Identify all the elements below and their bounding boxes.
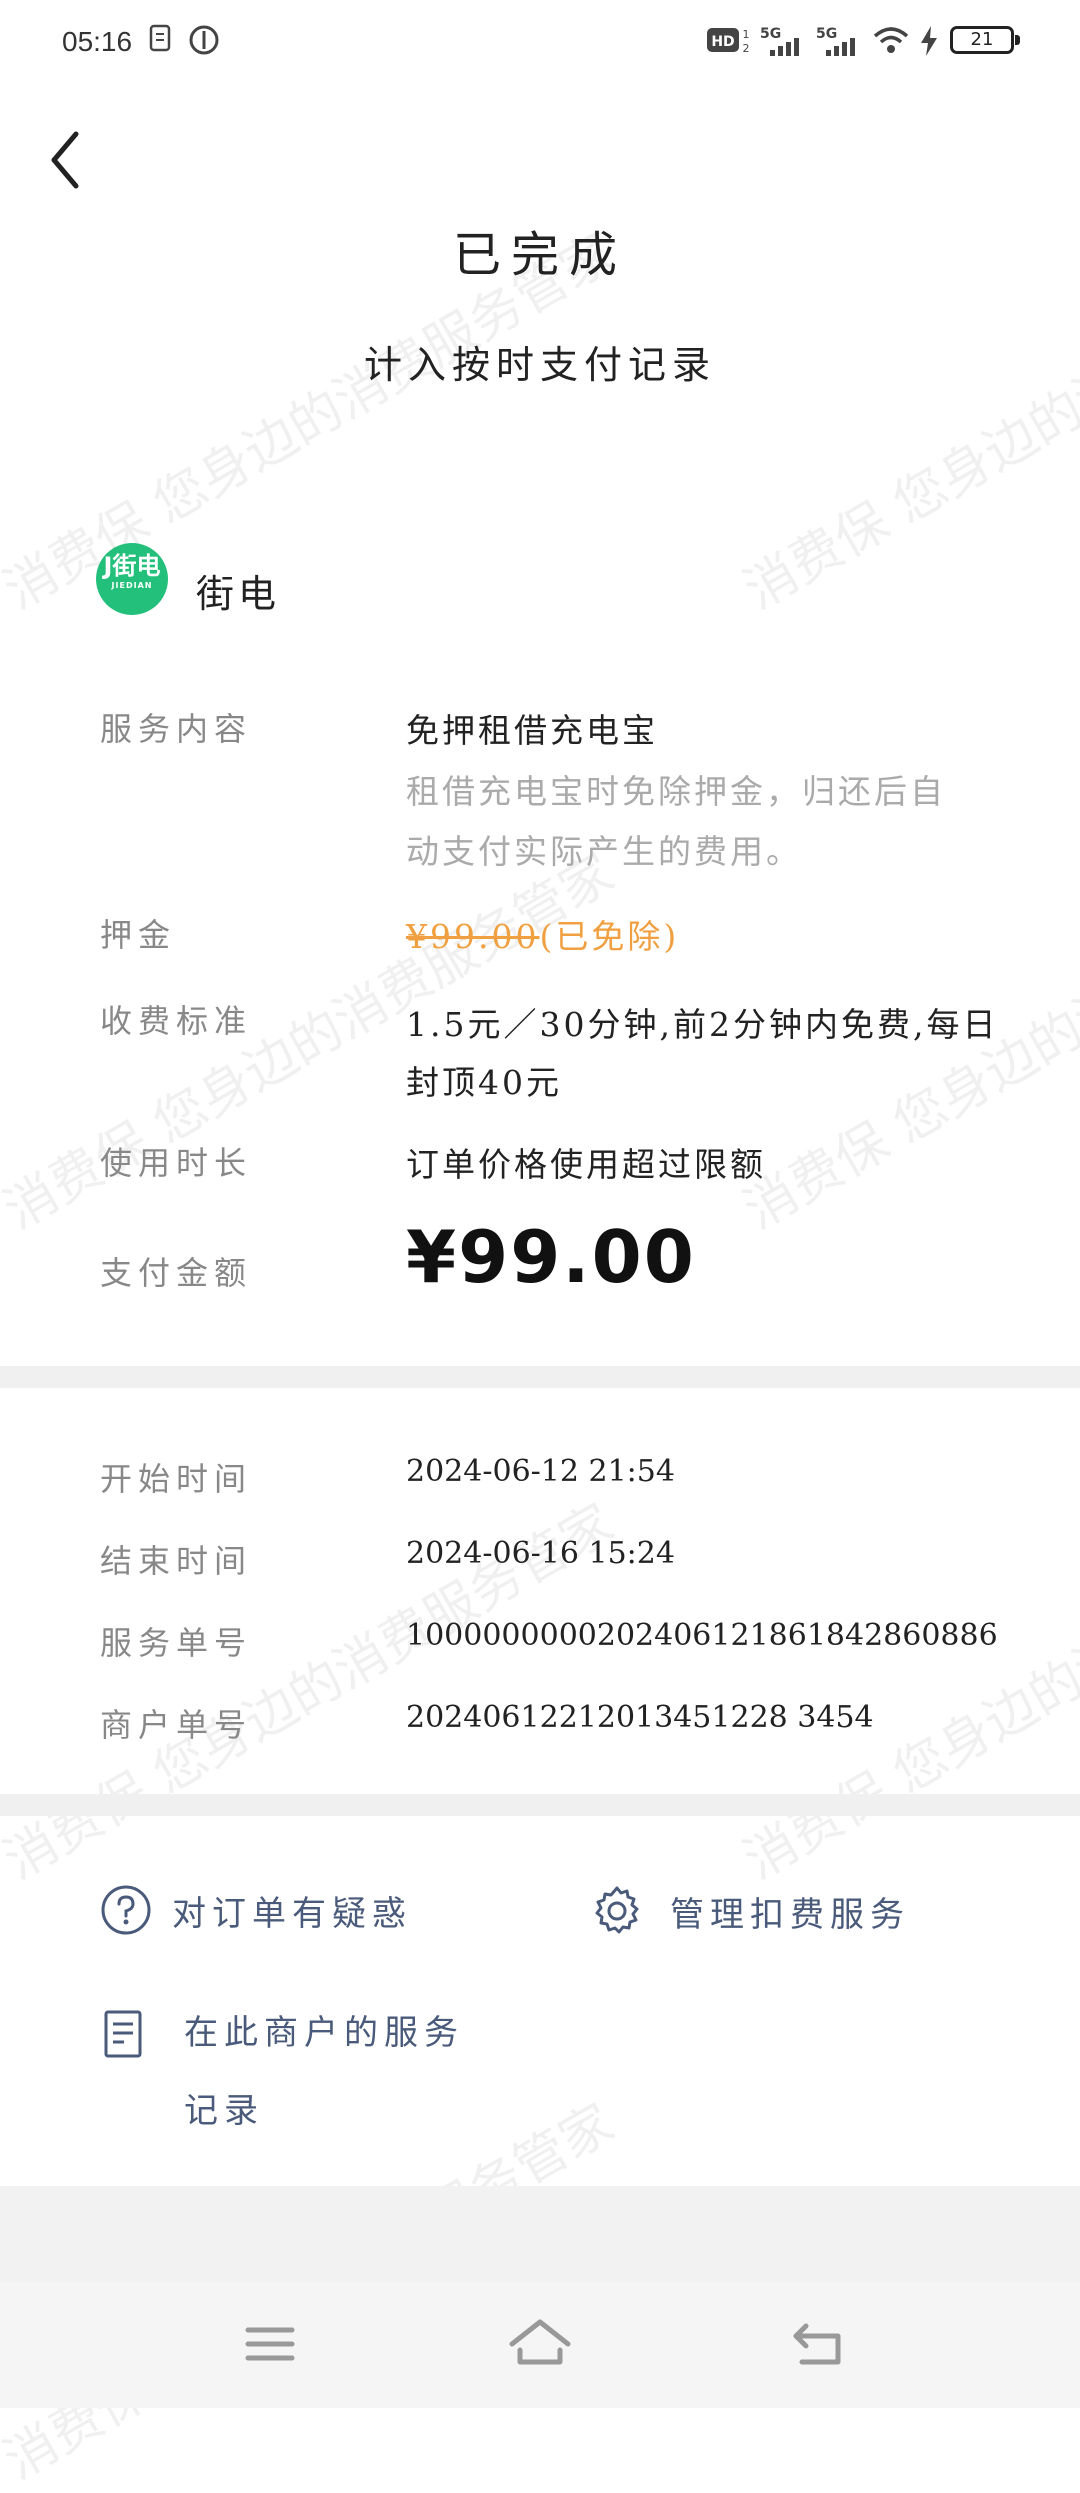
merchant-records-button[interactable]: 在此商户的服务 记录 <box>100 2004 464 2150</box>
start-time-label: 开始时间 <box>100 1460 253 1498</box>
merchant-no-label: 商户单号 <box>100 1706 253 1744</box>
page-subtitle: 计入按时支付记录 <box>363 343 716 387</box>
svg-text:HD: HD <box>711 34 734 50</box>
deposit-amount: ¥99.00 <box>406 917 540 956</box>
order-question-button[interactable]: 对订单有疑惑 <box>100 1884 412 1936</box>
signal-5g-icon: 5G <box>760 26 799 56</box>
duration-value: 订单价格使用超过限额 <box>406 1145 766 1184</box>
document-list-icon <box>104 2010 142 2058</box>
menu-icon[interactable] <box>230 2314 310 2374</box>
hd-icon: HD 12 <box>707 28 750 55</box>
service-no-label: 服务单号 <box>100 1624 253 1662</box>
home-icon[interactable] <box>500 2314 580 2374</box>
pay-label: 支付金额 <box>100 1254 253 1292</box>
deposit-note: (已免除) <box>539 917 680 956</box>
divider <box>0 1794 1080 1816</box>
battery-icon: 21 <box>950 26 1020 54</box>
document-icon <box>149 24 171 52</box>
back-button[interactable] <box>40 120 110 200</box>
service-value: 免押租借充电宝 <box>406 711 658 750</box>
merchant-logo: J街电 JIEDIAN <box>96 543 168 615</box>
start-time-value: 2024-06-12 21:54 <box>406 1454 675 1489</box>
footer-spacer <box>0 2186 1080 2282</box>
svg-text:5G: 5G <box>760 26 781 42</box>
charging-icon <box>921 26 937 56</box>
deposit-value: ¥99.00(已免除) <box>406 910 679 958</box>
question-icon <box>101 1885 151 1935</box>
manage-deduction-button[interactable]: 管理扣费服务 <box>590 1884 910 1938</box>
signal-5g-icon: 5G <box>816 26 855 56</box>
navigation-bar <box>0 2282 1080 2408</box>
merchant-no-value: 20240612212013451228 3454 <box>406 1700 874 1735</box>
svg-text:2: 2 <box>743 42 750 55</box>
back-nav-icon[interactable] <box>780 2314 860 2374</box>
service-no-value: 1000000000202406121861842860886 <box>406 1618 998 1653</box>
page-title: 已完成 <box>452 227 627 283</box>
wifi-icon <box>873 27 909 53</box>
end-time-value: 2024-06-16 15:24 <box>406 1536 675 1571</box>
pay-amount: ¥99.00 <box>406 1215 696 1299</box>
app-badge-icon <box>189 25 219 55</box>
deposit-label: 押金 <box>100 916 177 954</box>
service-desc: 租借充电宝时免除押金，归还后自 动支付实际产生的费用。 <box>406 772 946 871</box>
fee-value: 1.5元／30分钟,前2分钟内免费,每日 封顶40元 <box>406 1005 999 1102</box>
svg-text:5G: 5G <box>816 26 837 42</box>
watermark: 消费保 您身边的消费服务管家 <box>734 1493 1080 1892</box>
merchant-name: 街电 <box>196 572 281 616</box>
duration-label: 使用时长 <box>100 1144 253 1182</box>
gear-icon <box>595 1886 639 1934</box>
fee-label: 收费标准 <box>100 1002 253 1040</box>
service-label: 服务内容 <box>100 710 253 748</box>
status-bar: 05:16 HD 1 2 5G 5G 21 <box>0 0 1080 88</box>
end-time-label: 结束时间 <box>100 1542 253 1580</box>
svg-text:1: 1 <box>743 28 750 41</box>
status-time: 05:16 <box>62 26 133 57</box>
divider <box>0 1366 1080 1388</box>
